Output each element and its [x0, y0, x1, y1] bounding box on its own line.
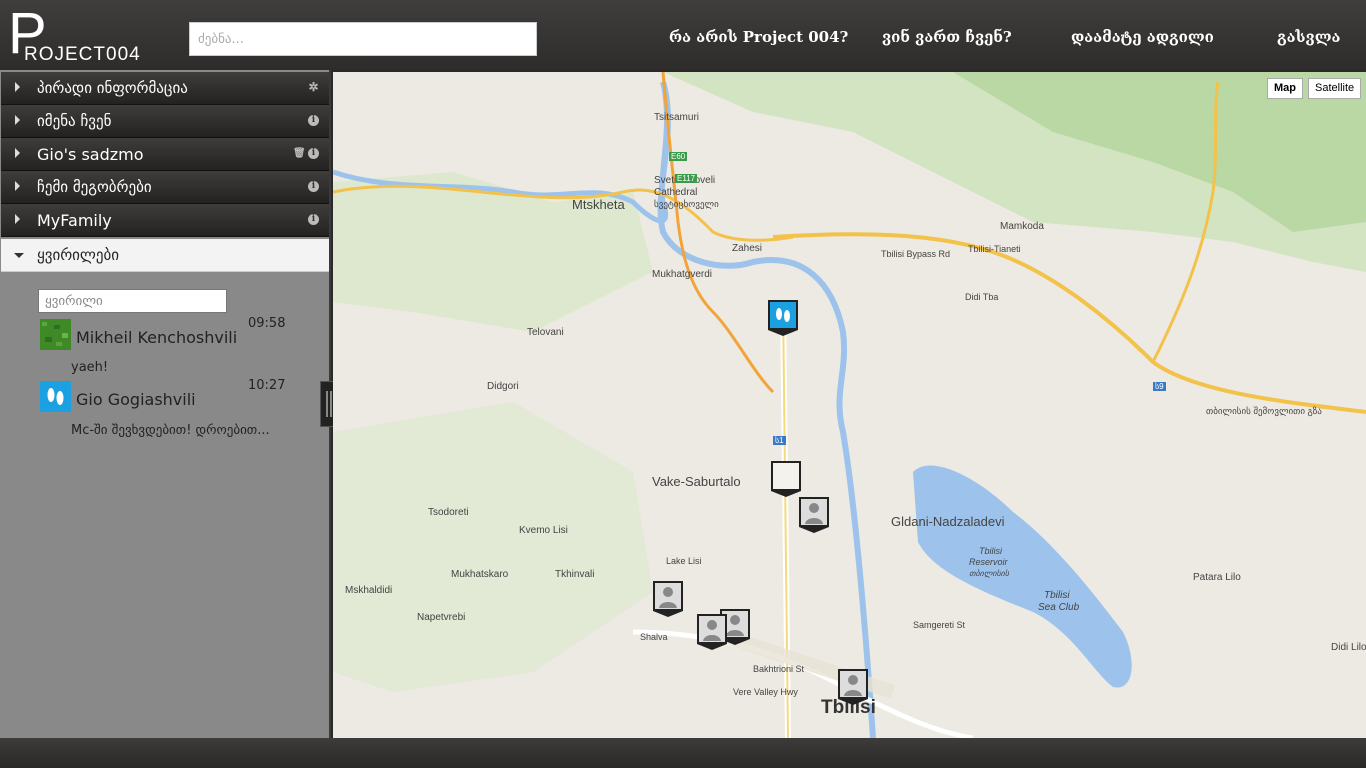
- sidebar-section-gios-sadzmo[interactable]: Gio's sadzmo 🗑 i: [1, 138, 329, 171]
- shout-author: Mikheil Kenchoshvili: [76, 328, 238, 347]
- map-label: Napetvrebi: [417, 612, 466, 623]
- map-label: Tbilisi-Tianeti: [968, 244, 1021, 254]
- road-sign: ს1: [773, 436, 786, 445]
- search-input[interactable]: [189, 22, 537, 56]
- chevron-down-icon: [14, 253, 24, 258]
- map-label: Zahesi: [732, 243, 763, 254]
- sidebar-section-personal-info[interactable]: პირადი ინფორმაცია ✲: [1, 72, 329, 105]
- map-label: სვეტიცხოველი: [654, 199, 719, 209]
- map-marker-empty[interactable]: [770, 460, 802, 498]
- map-label: Bakhtrioni St: [753, 664, 805, 674]
- logo-text: ROJECT004: [24, 44, 141, 65]
- map-label: Telovani: [527, 327, 564, 338]
- map-label: Tbilisi: [1044, 590, 1070, 601]
- map-label: Mamkoda: [1000, 221, 1044, 232]
- map-label: Tbilisi Bypass Rd: [881, 249, 951, 259]
- sidebar-section-myfamily[interactable]: MyFamily i: [1, 204, 329, 237]
- map-label: Tbilisi: [979, 546, 1003, 556]
- grass-avatar: [40, 319, 71, 350]
- map-label: Didi Lilo: [1331, 642, 1366, 653]
- map-view[interactable]: Mtskheta Svetitskhoveli Cathedral სვეტიც…: [333, 72, 1366, 738]
- chevron-right-icon: [15, 148, 20, 158]
- sidebar: პირადი ინფორმაცია ✲ იმენა ჩვენ i Gio's s…: [0, 70, 331, 738]
- nav-logout[interactable]: გასვლა: [1277, 28, 1340, 46]
- road-sign: E117: [675, 174, 698, 183]
- section-label: ყვირილები: [37, 246, 120, 264]
- map-label: Samgereti St: [913, 620, 966, 630]
- map-label: Kvemo Lisi: [519, 525, 568, 536]
- map-marker-user[interactable]: [696, 613, 728, 651]
- map-label: Lake Lisi: [666, 556, 702, 566]
- info-icon[interactable]: i: [308, 214, 319, 225]
- sidebar-section-imena-chven[interactable]: იმენა ჩვენ i: [1, 105, 329, 138]
- chevron-right-icon: [15, 214, 20, 224]
- info-icon[interactable]: i: [308, 115, 319, 126]
- gear-icon[interactable]: ✲: [308, 81, 319, 93]
- shout-text: yaeh!: [71, 360, 109, 375]
- map-label: Vake-Saburtalo: [652, 474, 741, 489]
- map-label: Tsitsamuri: [654, 112, 700, 123]
- map-label: Tsodoreti: [428, 507, 469, 518]
- nav-who-we-are[interactable]: ვინ ვართ ჩვენ?: [882, 28, 1012, 46]
- section-label: MyFamily: [37, 211, 112, 230]
- trash-icon[interactable]: 🗑: [293, 148, 306, 159]
- chevron-right-icon: [15, 181, 20, 191]
- section-label: იმენა ჩვენ: [37, 112, 112, 130]
- map-marker-footprint[interactable]: [767, 299, 799, 337]
- shout-input[interactable]: [38, 289, 227, 313]
- shout-time: 09:58: [248, 316, 286, 331]
- map-marker-user[interactable]: [798, 496, 830, 534]
- chevron-right-icon: [15, 82, 20, 92]
- road-sign: ს9: [1153, 382, 1166, 391]
- map-label: Mskhaldidi: [345, 585, 393, 596]
- sidebar-section-my-friends[interactable]: ჩემი მეგობრები i: [1, 171, 329, 204]
- section-label: პირადი ინფორმაცია: [37, 79, 188, 97]
- map-label: Sea Club: [1038, 602, 1080, 613]
- shout-text: Mc-ში შევხვდებით! დროებით...: [71, 423, 270, 438]
- shout-time: 10:27: [248, 378, 286, 393]
- section-label: Gio's sadzmo: [37, 145, 144, 164]
- top-navigation-bar: P ROJECT004 რა არის Project 004? ვინ ვარ…: [0, 0, 1366, 70]
- sidebar-section-shouts[interactable]: ყვირილები: [1, 239, 329, 272]
- map-label: Vere Valley Hwy: [733, 687, 798, 697]
- map-label: Cathedral: [654, 187, 698, 198]
- footer-bar: [0, 738, 1366, 768]
- map-label: თბილისის: [969, 569, 1009, 578]
- section-label: ჩემი მეგობრები: [37, 178, 152, 196]
- map-label: Tkhinvali: [555, 569, 595, 580]
- nav-add-place[interactable]: დაამატე ადგილი: [1071, 28, 1214, 46]
- shout-author: Gio Gogiashvili: [76, 390, 196, 409]
- map-canvas: [333, 72, 1366, 738]
- map-label: Patara Lilo: [1193, 572, 1241, 583]
- map-marker-user[interactable]: [837, 668, 869, 706]
- map-label: Mukhatgverdi: [652, 269, 713, 280]
- info-icon[interactable]: i: [308, 181, 319, 192]
- map-label: Didgori: [487, 381, 519, 392]
- map-marker-user[interactable]: [652, 580, 684, 618]
- map-label: Mtskheta: [572, 197, 625, 212]
- map-label: Gldani-Nadzaladevi: [891, 514, 1005, 529]
- map-label: თბილისის შემოვლითი გზა: [1206, 406, 1322, 416]
- nav-about-project[interactable]: რა არის Project 004?: [669, 28, 848, 46]
- map-type-satellite-button[interactable]: Satellite: [1308, 78, 1362, 99]
- map-label: Didi Tba: [965, 292, 999, 302]
- map-label: Mukhatskaro: [451, 569, 509, 580]
- footprint-avatar: [40, 381, 71, 412]
- map-label: Reservoir: [969, 557, 1008, 567]
- info-icon[interactable]: i: [308, 148, 319, 159]
- chevron-right-icon: [15, 115, 20, 125]
- map-type-map-button[interactable]: Map: [1267, 78, 1303, 99]
- map-label: Shalva: [640, 632, 668, 642]
- road-sign: E60: [669, 152, 688, 161]
